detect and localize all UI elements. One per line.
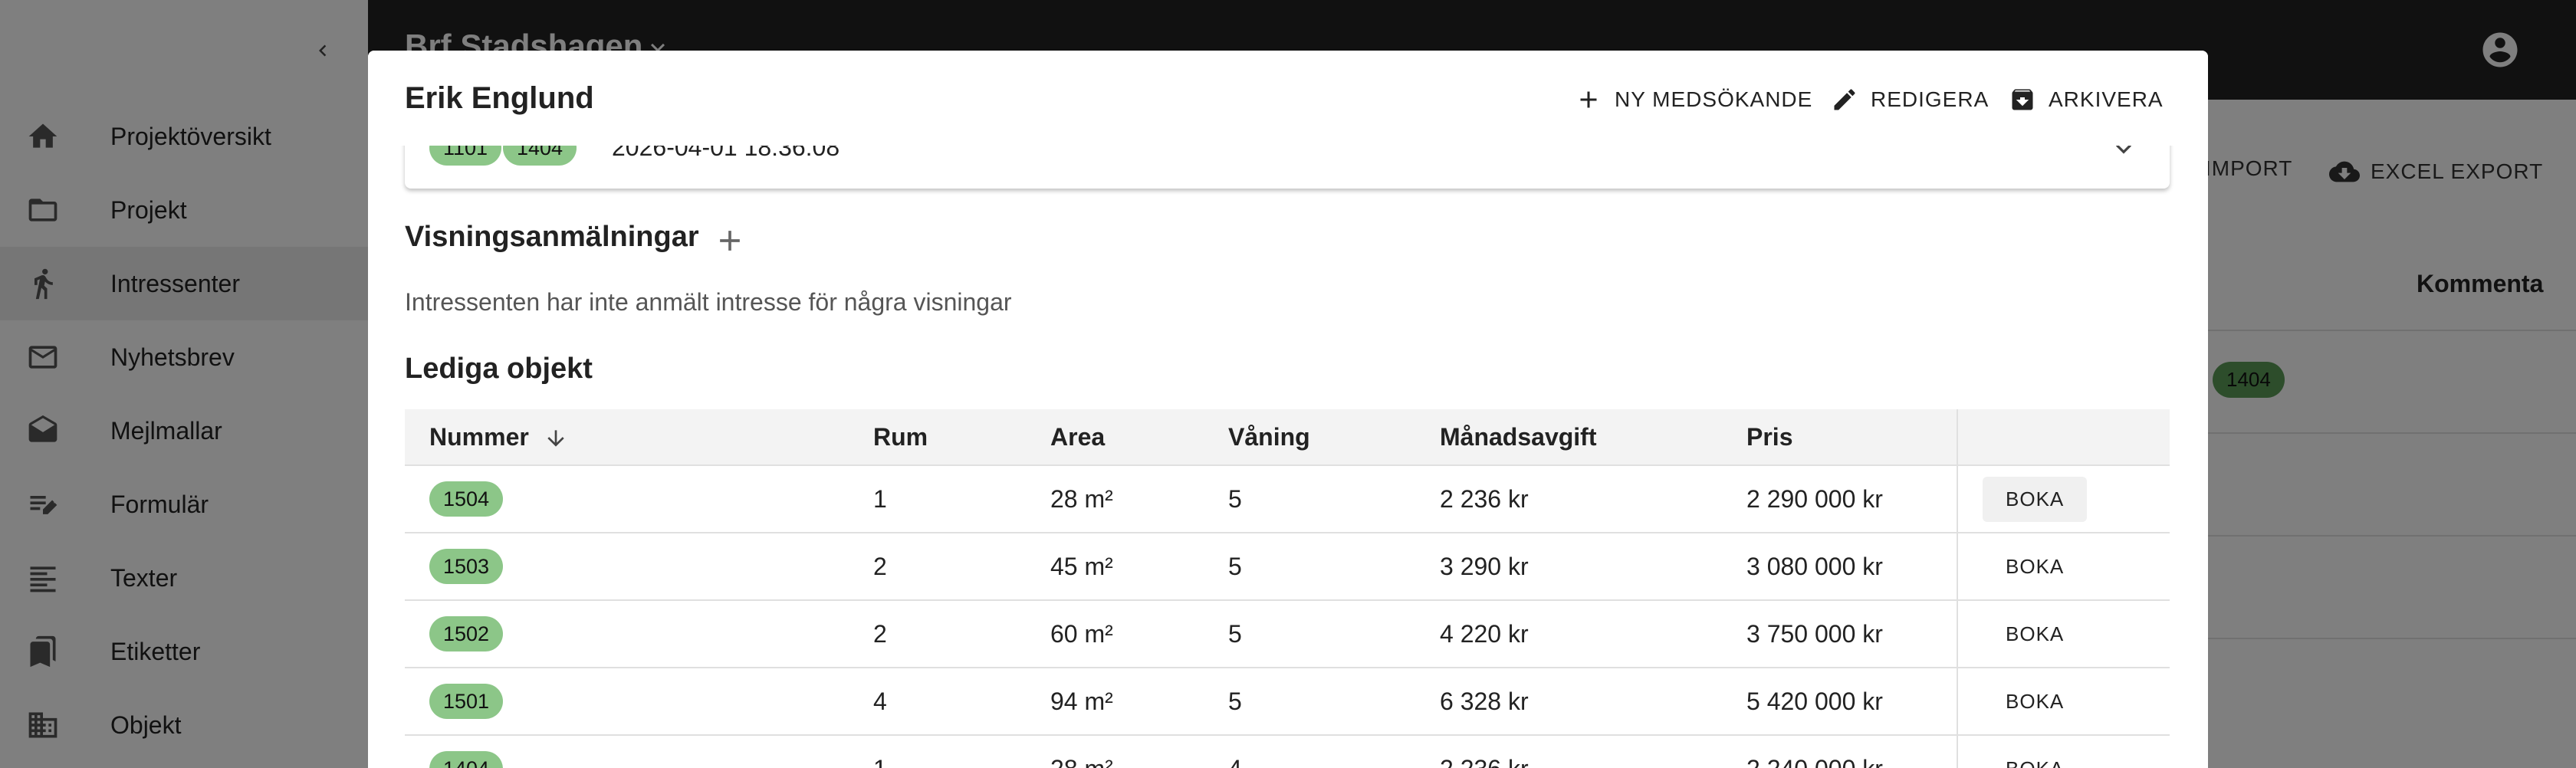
column-header-nummer[interactable]: Nummer: [405, 409, 873, 466]
book-button[interactable]: BOKA: [1983, 476, 2088, 522]
book-button[interactable]: BOKA: [1983, 679, 2087, 724]
edit-label: REDIGERA: [1871, 87, 1990, 111]
object-number-badge: 1502: [429, 616, 504, 651]
column-header-label: Rum: [873, 422, 928, 451]
new-co-applicant-button[interactable]: NY MEDSÖKANDE: [1575, 86, 1812, 113]
floor-cell: 5: [1228, 668, 1440, 736]
book-button[interactable]: BOKA: [1983, 612, 2087, 657]
object-number-badge: 1504: [429, 481, 504, 517]
table-row[interactable]: 1502 2 60 m² 5 4 220 kr 3 750 000 kr BOK…: [405, 600, 2170, 668]
area-cell: 28 m²: [1050, 465, 1228, 533]
floor-cell: 4: [1228, 735, 1440, 768]
price-cell: 2 290 000 kr: [1746, 465, 1957, 533]
available-objects-title: Lediga objekt: [405, 353, 593, 385]
monthly-fee-cell: 2 236 kr: [1440, 465, 1746, 533]
table-row[interactable]: 1404 1 28 m² 4 2 236 kr 2 240 000 kr BOK…: [405, 735, 2170, 768]
book-button[interactable]: BOKA: [1983, 747, 2087, 768]
available-objects-table: Nummer Rum Area Våning Månadsavgift Pris…: [405, 409, 2170, 768]
monthly-fee-cell: 4 220 kr: [1440, 600, 1746, 668]
object-number-badge: 1404: [429, 751, 504, 768]
column-header-manadsavgift[interactable]: Månadsavgift: [1440, 409, 1746, 466]
rooms-cell: 2: [873, 600, 1050, 668]
archive-label: ARKIVERA: [2049, 87, 2164, 111]
applicant-dialog: Erik Englund NY MEDSÖKANDE REDIGERA ARKI…: [368, 51, 2208, 768]
monthly-fee-cell: 2 236 kr: [1440, 735, 1746, 768]
table-row[interactable]: 1501 4 94 m² 5 6 328 kr 5 420 000 kr BOK…: [405, 668, 2170, 736]
column-header-label: Våning: [1228, 422, 1310, 451]
floor-cell: 5: [1228, 533, 1440, 601]
object-number-badge: 1503: [429, 549, 504, 584]
area-cell: 94 m²: [1050, 668, 1228, 736]
pencil-icon: [1834, 89, 1855, 110]
column-header-vaning[interactable]: Våning: [1228, 409, 1440, 466]
price-cell: 3 080 000 kr: [1746, 533, 1957, 601]
column-header-label: Pris: [1746, 422, 1793, 451]
book-button[interactable]: BOKA: [1983, 544, 2087, 589]
rooms-cell: 1: [873, 465, 1050, 533]
archive-button[interactable]: ARKIVERA: [2009, 86, 2164, 113]
column-header-label: Månadsavgift: [1440, 422, 1597, 451]
viewings-section-title: Visningsanmälningar: [405, 221, 699, 253]
column-header-area[interactable]: Area: [1050, 409, 1228, 466]
floor-cell: 5: [1228, 465, 1440, 533]
price-cell: 2 240 000 kr: [1746, 735, 1957, 768]
rooms-cell: 2: [873, 533, 1050, 601]
new-co-applicant-label: NY MEDSÖKANDE: [1615, 87, 1813, 111]
column-header-rum[interactable]: Rum: [873, 409, 1050, 466]
viewings-empty-message: Intressenten har inte anmält intresse fö…: [405, 288, 1012, 316]
plus-icon: [1580, 91, 1597, 108]
column-header-label: Nummer: [429, 422, 529, 451]
table-row[interactable]: 1503 2 45 m² 5 3 290 kr 3 080 000 kr BOK…: [405, 533, 2170, 601]
dialog-header: Erik Englund NY MEDSÖKANDE REDIGERA ARKI…: [368, 51, 2208, 146]
area-cell: 60 m²: [1050, 600, 1228, 668]
rooms-cell: 4: [873, 668, 1050, 736]
monthly-fee-cell: 6 328 kr: [1440, 668, 1746, 736]
table-header-row: Nummer Rum Area Våning Månadsavgift Pris: [405, 409, 2170, 466]
object-number-badge: 1501: [429, 684, 504, 719]
column-header-label: Area: [1050, 422, 1106, 451]
area-cell: 28 m²: [1050, 735, 1228, 768]
column-header-pris[interactable]: Pris: [1746, 409, 1957, 466]
add-viewing-plus-icon[interactable]: [713, 224, 747, 258]
archive-icon: [2012, 89, 2033, 110]
rooms-cell: 1: [873, 735, 1050, 768]
floor-cell: 5: [1228, 600, 1440, 668]
price-cell: 5 420 000 kr: [1746, 668, 1957, 736]
area-cell: 45 m²: [1050, 533, 1228, 601]
arrow-down-icon: [547, 430, 564, 447]
edit-button[interactable]: REDIGERA: [1831, 86, 1989, 113]
dialog-title: Erik Englund: [405, 81, 594, 115]
table-row[interactable]: 1504 1 28 m² 5 2 236 kr 2 290 000 kr BOK…: [405, 465, 2170, 533]
column-header-actions: [1957, 409, 2170, 466]
price-cell: 3 750 000 kr: [1746, 600, 1957, 668]
monthly-fee-cell: 3 290 kr: [1440, 533, 1746, 601]
